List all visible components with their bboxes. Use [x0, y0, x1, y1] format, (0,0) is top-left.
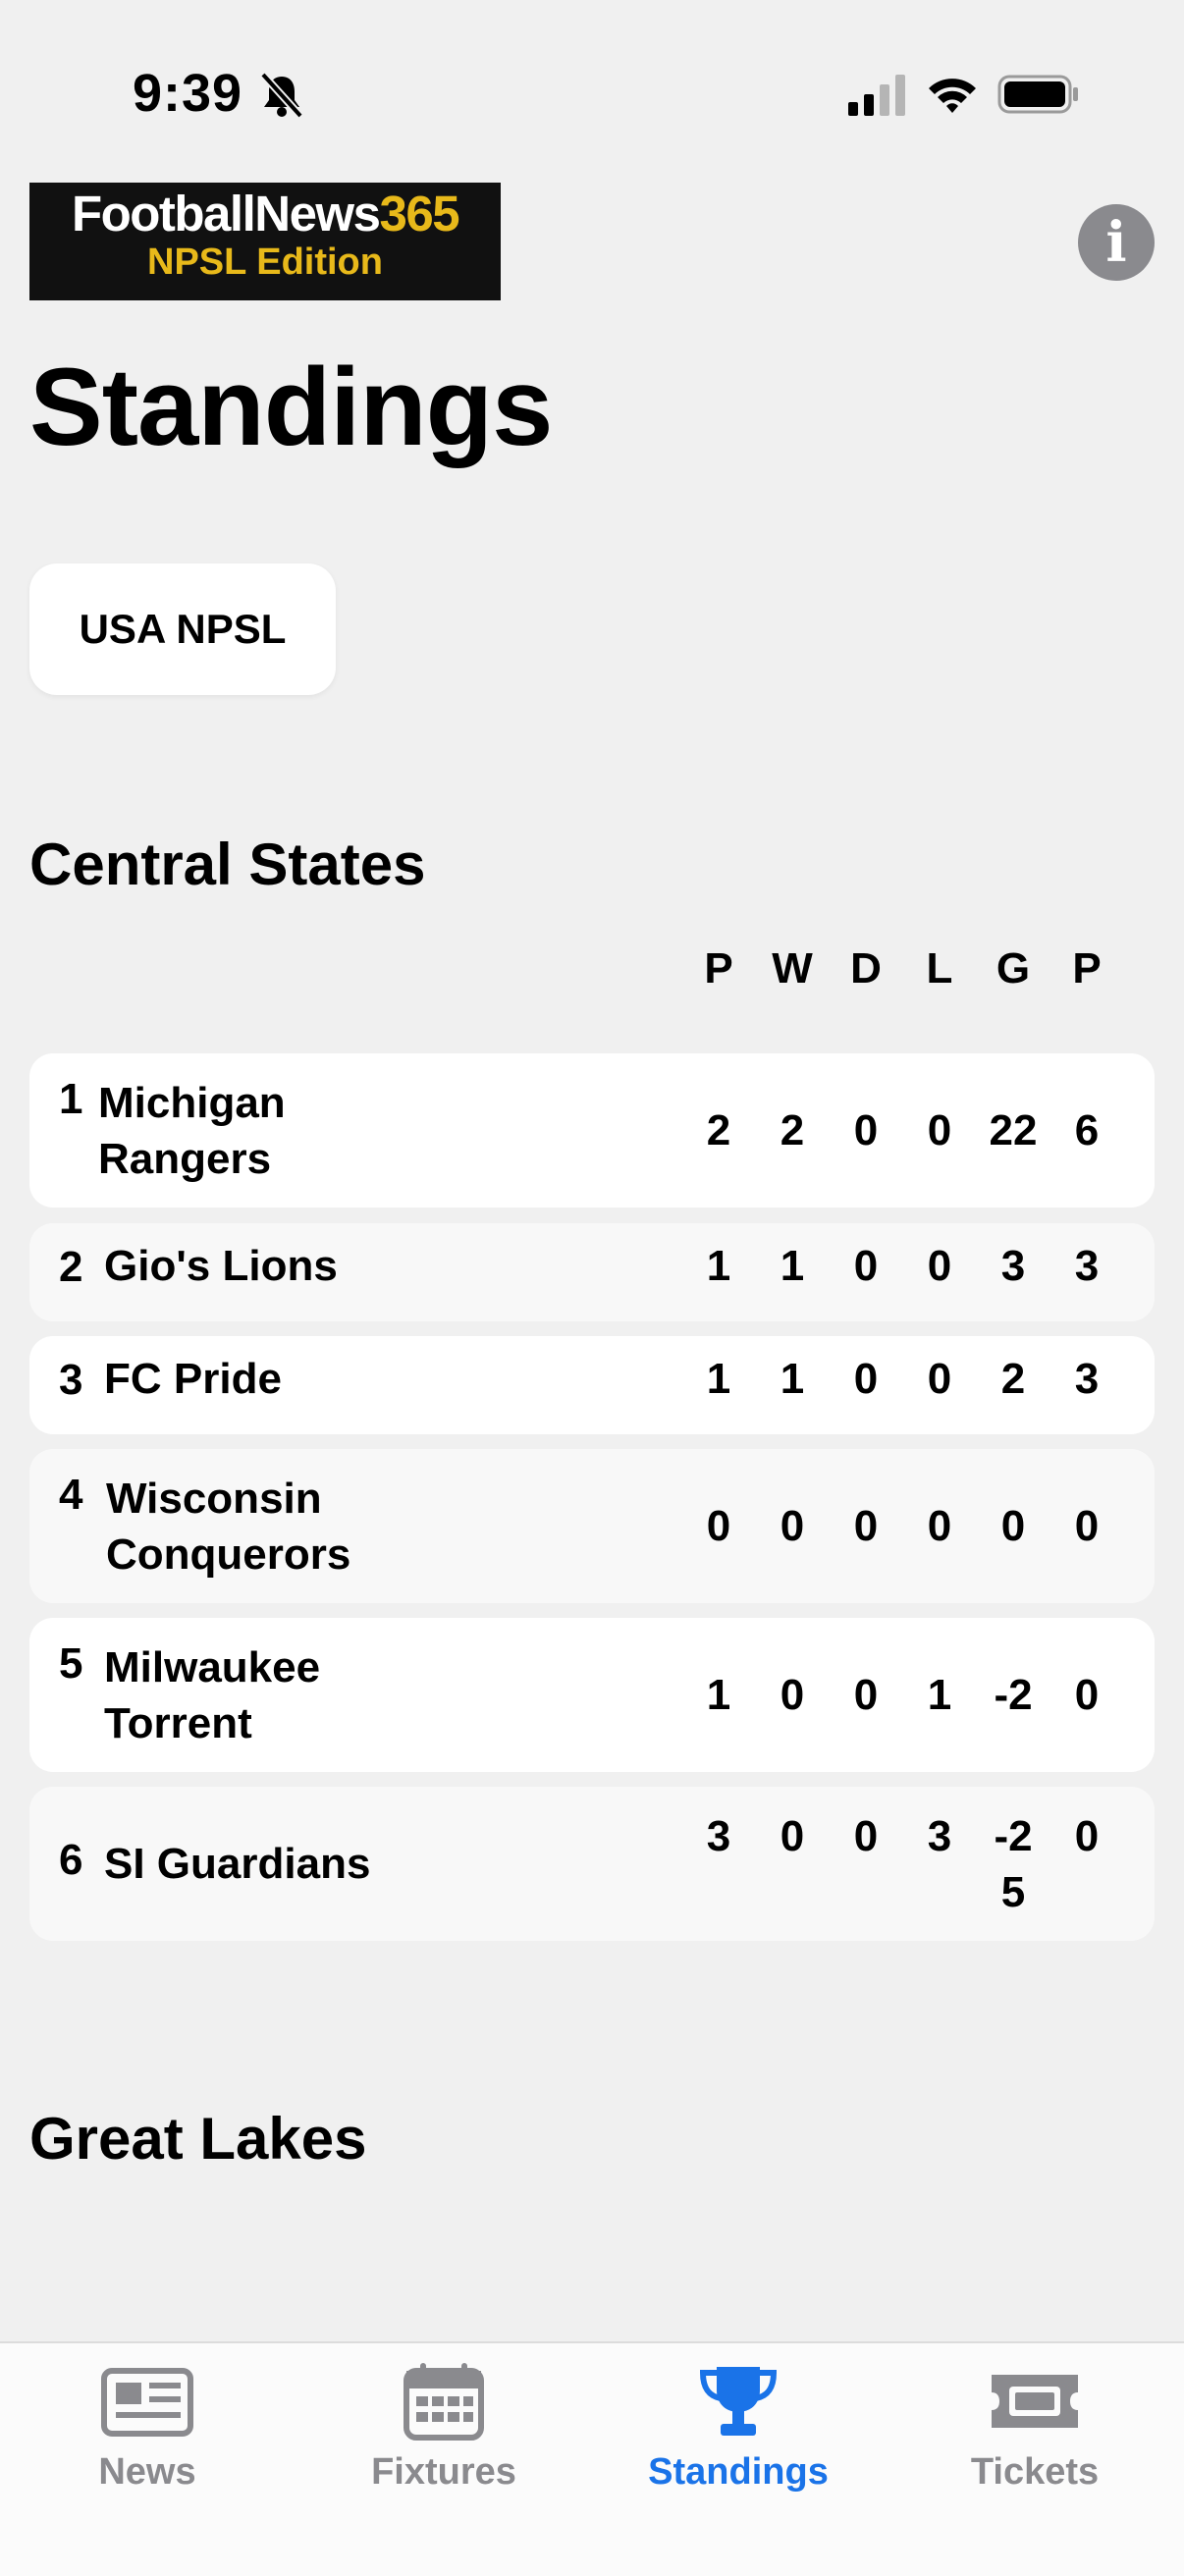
goals-value: 3 — [1000, 1242, 1026, 1290]
tab-standings[interactable]: Standings — [591, 2343, 886, 2576]
app-logo: FootballNews365 NPSL Edition — [29, 183, 501, 300]
column-header-lost: L — [926, 944, 953, 993]
wifi-icon — [929, 79, 976, 113]
team-name: SI Guardians — [104, 1840, 371, 1888]
table-row[interactable]: 1 Michigan Rangers 2 2 0 0 22 6 — [29, 1053, 1155, 1208]
calendar-icon — [404, 2363, 484, 2441]
table-row[interactable]: 4 Wisconsin Conquerors 0 0 0 0 0 0 — [29, 1449, 1155, 1603]
played-value: 1 — [706, 1355, 731, 1403]
tab-label: Standings — [648, 2451, 829, 2493]
status-time: 9:39 — [133, 64, 243, 123]
goals-value: -25 — [994, 1812, 1033, 1916]
tab-news[interactable]: News — [0, 2343, 295, 2576]
goals-value: -2 — [994, 1671, 1033, 1719]
lost-value: 0 — [927, 1242, 952, 1290]
table-row[interactable]: 2 Gio's Lions 1 1 0 0 3 3 — [29, 1223, 1155, 1321]
tab-label: News — [98, 2451, 196, 2493]
team-rank: 1 — [59, 1075, 83, 1123]
points-value: 6 — [1074, 1106, 1100, 1154]
goals-value: 22 — [989, 1106, 1038, 1154]
info-button[interactable]: i — [1078, 204, 1155, 281]
goals-value: 0 — [1000, 1502, 1026, 1550]
drawn-value: 0 — [853, 1502, 879, 1550]
points-value: 3 — [1074, 1242, 1100, 1290]
team-name: Michigan Rangers — [98, 1079, 286, 1183]
team-name: FC Pride — [104, 1355, 282, 1403]
won-value: 1 — [780, 1242, 805, 1290]
drawn-value: 0 — [853, 1242, 879, 1290]
page-title: Standings — [29, 346, 553, 468]
points-value: 0 — [1074, 1671, 1100, 1719]
lost-value: 3 — [927, 1812, 952, 1860]
column-header-won: W — [772, 944, 813, 993]
played-value: 0 — [706, 1502, 731, 1550]
won-value: 1 — [780, 1355, 805, 1403]
lost-value: 0 — [927, 1106, 952, 1154]
points-value: 0 — [1074, 1812, 1100, 1860]
table-row[interactable]: 3 FC Pride 1 1 0 0 2 3 — [29, 1336, 1155, 1434]
team-rank: 5 — [59, 1639, 83, 1688]
played-value: 3 — [706, 1812, 731, 1860]
column-header-points: P — [1072, 944, 1102, 993]
team-name: Milwaukee Torrent — [104, 1643, 321, 1747]
table-row[interactable]: 6 SI Guardians 3 0 0 3 -25 0 — [29, 1787, 1155, 1941]
bell-slash-icon — [260, 72, 303, 119]
drawn-value: 0 — [853, 1812, 879, 1860]
logo-edition-text: NPSL Edition — [147, 242, 383, 284]
drawn-value: 0 — [853, 1355, 879, 1403]
points-value: 3 — [1074, 1355, 1100, 1403]
ticket-icon — [992, 2375, 1078, 2428]
logo-number-text: 365 — [379, 186, 459, 242]
column-header-played: P — [704, 944, 733, 993]
logo-main-text: FootballNews — [71, 186, 381, 242]
column-header-drawn: D — [850, 944, 882, 993]
cellular-signal-icon — [848, 75, 905, 116]
team-rank: 4 — [59, 1471, 83, 1519]
goals-value: 2 — [1000, 1355, 1026, 1403]
played-value: 1 — [706, 1242, 731, 1290]
lost-value: 1 — [927, 1671, 952, 1719]
won-value: 0 — [780, 1502, 805, 1550]
tab-label: Tickets — [970, 2451, 1100, 2493]
team-rank: 2 — [59, 1243, 83, 1291]
drawn-value: 0 — [853, 1671, 879, 1719]
team-rank: 6 — [59, 1836, 83, 1884]
table-row[interactable]: 5 Milwaukee Torrent 1 0 0 1 -2 0 — [29, 1618, 1155, 1772]
played-value: 1 — [706, 1671, 731, 1719]
league-selector-button[interactable]: USA NPSL — [29, 564, 336, 695]
battery-icon — [997, 75, 1078, 114]
points-value: 0 — [1074, 1502, 1100, 1550]
team-rank: 3 — [59, 1356, 83, 1404]
newspaper-icon — [101, 2368, 193, 2437]
tab-bar: News Fixtures Standings Tickets — [0, 2341, 1184, 2576]
tab-label: Fixtures — [371, 2451, 516, 2493]
drawn-value: 0 — [853, 1106, 879, 1154]
won-value: 0 — [780, 1671, 805, 1719]
section-title-central-states: Central States — [29, 832, 426, 897]
info-icon: i — [1105, 210, 1127, 275]
status-bar: 9:39 — [0, 0, 1184, 187]
team-name: Gio's Lions — [104, 1242, 338, 1290]
trophy-icon — [699, 2367, 778, 2436]
played-value: 2 — [706, 1106, 731, 1154]
tab-fixtures[interactable]: Fixtures — [296, 2343, 591, 2576]
column-header-goals: G — [996, 944, 1031, 993]
section-title-great-lakes: Great Lakes — [29, 2106, 367, 2172]
tab-tickets[interactable]: Tickets — [888, 2343, 1182, 2576]
lost-value: 0 — [927, 1355, 952, 1403]
team-name: Wisconsin Conquerors — [106, 1475, 351, 1579]
won-value: 2 — [780, 1106, 805, 1154]
won-value: 0 — [780, 1812, 805, 1860]
lost-value: 0 — [927, 1502, 952, 1550]
